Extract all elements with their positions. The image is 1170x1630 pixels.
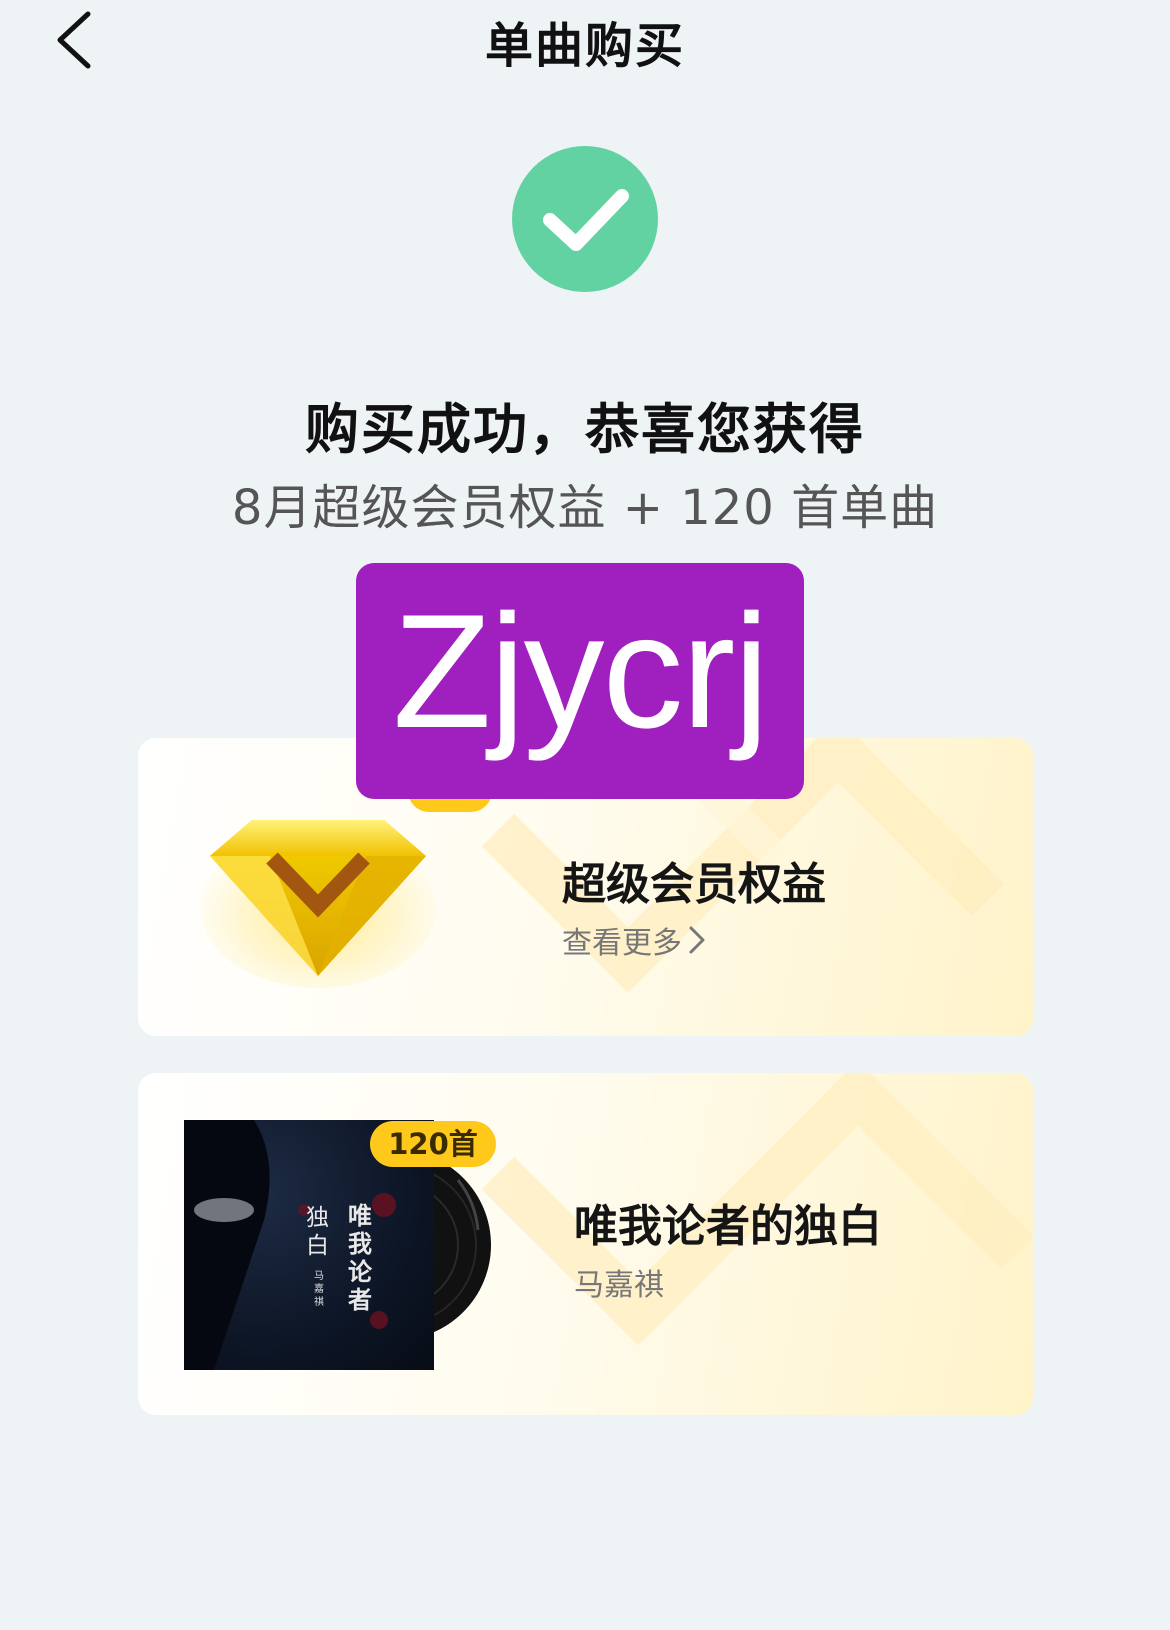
album-artist: 马嘉祺 <box>574 1268 664 1303</box>
page-title: 单曲购买 <box>484 18 685 74</box>
cover-artist-label: 马嘉祺 <box>314 1271 324 1308</box>
cover-title-left: 独白 <box>306 1205 329 1259</box>
purchase-reward-summary: 8月超级会员权益 + 120 首单曲 <box>231 480 939 536</box>
header-bar: 单曲购买 <box>0 0 1170 80</box>
purchase-success-headline: 购买成功，恭喜您获得 <box>305 398 865 461</box>
watermark-overlay: Zjycrj <box>356 563 804 799</box>
cover-title-right: 唯我论者 <box>348 1202 372 1314</box>
song-count-badge: 120首 <box>370 1121 496 1167</box>
view-more-link[interactable]: 查看更多 <box>562 918 708 962</box>
success-check-icon <box>512 146 658 292</box>
chevron-right-icon <box>689 926 705 954</box>
view-more-label: 查看更多 <box>562 926 682 961</box>
album-title: 唯我论者的独白 <box>574 1201 882 1252</box>
vip-benefits-title: 超级会员权益 <box>562 859 826 910</box>
diamond-vip-icon <box>200 820 436 988</box>
